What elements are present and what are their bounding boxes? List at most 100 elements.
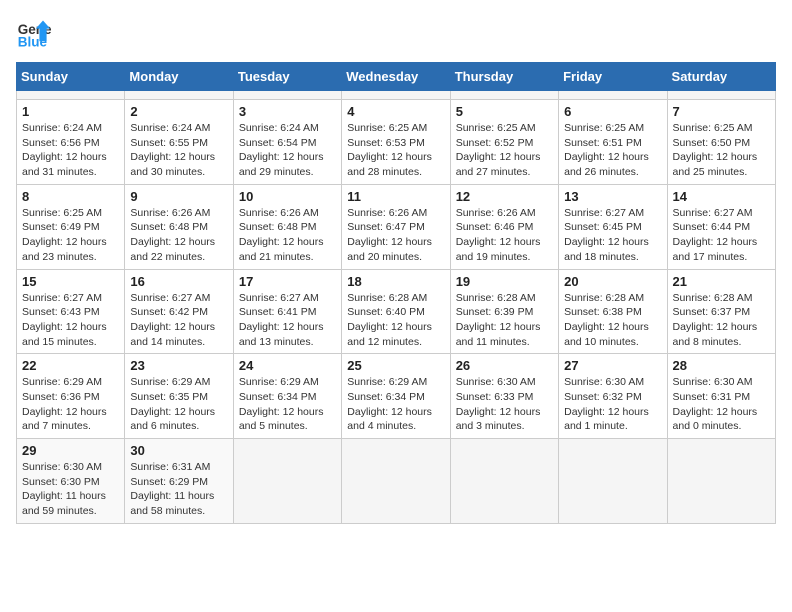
calendar-cell: 10Sunrise: 6:26 AM Sunset: 6:48 PM Dayli…	[233, 184, 341, 269]
day-info: Sunrise: 6:24 AM Sunset: 6:55 PM Dayligh…	[130, 121, 227, 180]
day-number: 1	[22, 104, 119, 119]
calendar-cell	[559, 439, 667, 524]
day-number: 17	[239, 274, 336, 289]
day-info: Sunrise: 6:27 AM Sunset: 6:45 PM Dayligh…	[564, 206, 661, 265]
calendar-cell: 19Sunrise: 6:28 AM Sunset: 6:39 PM Dayli…	[450, 269, 558, 354]
day-number: 7	[673, 104, 770, 119]
day-number: 5	[456, 104, 553, 119]
calendar-cell: 29Sunrise: 6:30 AM Sunset: 6:30 PM Dayli…	[17, 439, 125, 524]
day-info: Sunrise: 6:27 AM Sunset: 6:41 PM Dayligh…	[239, 291, 336, 350]
calendar-cell: 8 Sunrise: 6:25 AM Sunset: 6:49 PM Daylig…	[17, 184, 125, 269]
day-info: Sunrise: 6:30 AM Sunset: 6:33 PM Dayligh…	[456, 375, 553, 434]
day-of-week-header: Saturday	[667, 63, 775, 91]
day-number: 18	[347, 274, 444, 289]
day-info: Sunrise: 6:29 AM Sunset: 6:34 PM Dayligh…	[347, 375, 444, 434]
calendar-cell: 2 Sunrise: 6:24 AM Sunset: 6:55 PM Daylig…	[125, 100, 233, 185]
page-header: General Blue	[16, 16, 776, 52]
calendar-cell: 30 Sunrise: 6:31 AM Sunset: 6:29 PM Dayli…	[125, 439, 233, 524]
calendar-week-row: 29Sunrise: 6:30 AM Sunset: 6:30 PM Dayli…	[17, 439, 776, 524]
day-info: Sunrise: 6:25 AM Sunset: 6:49 PM Dayligh…	[22, 206, 119, 265]
calendar-table: SundayMondayTuesdayWednesdayThursdayFrid…	[16, 62, 776, 524]
calendar-cell	[342, 91, 450, 100]
day-number: 6	[564, 104, 661, 119]
calendar-cell	[667, 439, 775, 524]
calendar-cell: 16 Sunrise: 6:27 AM Sunset: 6:42 PM Dayli…	[125, 269, 233, 354]
day-of-week-header: Monday	[125, 63, 233, 91]
calendar-cell: 12 Sunrise: 6:26 AM Sunset: 6:46 PM Dayli…	[450, 184, 558, 269]
day-info: Sunrise: 6:31 AM Sunset: 6:29 PM Dayligh…	[130, 460, 227, 519]
day-info: Sunrise: 6:26 AM Sunset: 6:46 PM Dayligh…	[456, 206, 553, 265]
day-number: 25	[347, 358, 444, 373]
calendar-cell: 21 Sunrise: 6:28 AM Sunset: 6:37 PM Dayli…	[667, 269, 775, 354]
day-of-week-header: Thursday	[450, 63, 558, 91]
calendar-cell: 11 Sunrise: 6:26 AM Sunset: 6:47 PM Dayli…	[342, 184, 450, 269]
day-number: 16	[130, 274, 227, 289]
calendar-cell: 26 Sunrise: 6:30 AM Sunset: 6:33 PM Dayli…	[450, 354, 558, 439]
day-info: Sunrise: 6:30 AM Sunset: 6:32 PM Dayligh…	[564, 375, 661, 434]
day-number: 12	[456, 189, 553, 204]
day-number: 30	[130, 443, 227, 458]
calendar-cell	[233, 439, 341, 524]
calendar-cell: 6 Sunrise: 6:25 AM Sunset: 6:51 PM Daylig…	[559, 100, 667, 185]
logo: General Blue	[16, 16, 56, 52]
day-number: 15	[22, 274, 119, 289]
day-number: 2	[130, 104, 227, 119]
day-info: Sunrise: 6:24 AM Sunset: 6:54 PM Dayligh…	[239, 121, 336, 180]
calendar-cell: 5Sunrise: 6:25 AM Sunset: 6:52 PM Daylig…	[450, 100, 558, 185]
calendar-cell: 15 Sunrise: 6:27 AM Sunset: 6:43 PM Dayli…	[17, 269, 125, 354]
day-info: Sunrise: 6:29 AM Sunset: 6:34 PM Dayligh…	[239, 375, 336, 434]
day-info: Sunrise: 6:30 AM Sunset: 6:31 PM Dayligh…	[673, 375, 770, 434]
logo-icon: General Blue	[16, 16, 52, 52]
day-of-week-header: Tuesday	[233, 63, 341, 91]
calendar-week-row: 8 Sunrise: 6:25 AM Sunset: 6:49 PM Daylig…	[17, 184, 776, 269]
calendar-week-row: 22 Sunrise: 6:29 AM Sunset: 6:36 PM Dayli…	[17, 354, 776, 439]
day-number: 8	[22, 189, 119, 204]
day-info: Sunrise: 6:28 AM Sunset: 6:37 PM Dayligh…	[673, 291, 770, 350]
calendar-cell	[450, 439, 558, 524]
calendar-cell: 4 Sunrise: 6:25 AM Sunset: 6:53 PM Daylig…	[342, 100, 450, 185]
day-number: 11	[347, 189, 444, 204]
calendar-cell	[559, 91, 667, 100]
day-of-week-header: Sunday	[17, 63, 125, 91]
day-number: 26	[456, 358, 553, 373]
day-info: Sunrise: 6:26 AM Sunset: 6:48 PM Dayligh…	[239, 206, 336, 265]
day-info: Sunrise: 6:28 AM Sunset: 6:38 PM Dayligh…	[564, 291, 661, 350]
day-number: 4	[347, 104, 444, 119]
day-info: Sunrise: 6:28 AM Sunset: 6:39 PM Dayligh…	[456, 291, 553, 350]
day-info: Sunrise: 6:26 AM Sunset: 6:47 PM Dayligh…	[347, 206, 444, 265]
day-number: 9	[130, 189, 227, 204]
day-info: Sunrise: 6:25 AM Sunset: 6:51 PM Dayligh…	[564, 121, 661, 180]
calendar-cell: 27 Sunrise: 6:30 AM Sunset: 6:32 PM Dayli…	[559, 354, 667, 439]
day-number: 13	[564, 189, 661, 204]
day-number: 23	[130, 358, 227, 373]
calendar-cell: 7 Sunrise: 6:25 AM Sunset: 6:50 PM Daylig…	[667, 100, 775, 185]
calendar-week-row	[17, 91, 776, 100]
day-number: 21	[673, 274, 770, 289]
day-number: 27	[564, 358, 661, 373]
day-info: Sunrise: 6:27 AM Sunset: 6:43 PM Dayligh…	[22, 291, 119, 350]
calendar-cell	[17, 91, 125, 100]
day-info: Sunrise: 6:29 AM Sunset: 6:35 PM Dayligh…	[130, 375, 227, 434]
calendar-week-row: 15 Sunrise: 6:27 AM Sunset: 6:43 PM Dayli…	[17, 269, 776, 354]
calendar-cell: 22 Sunrise: 6:29 AM Sunset: 6:36 PM Dayli…	[17, 354, 125, 439]
day-info: Sunrise: 6:26 AM Sunset: 6:48 PM Dayligh…	[130, 206, 227, 265]
day-number: 22	[22, 358, 119, 373]
calendar-cell	[233, 91, 341, 100]
calendar-cell: 9 Sunrise: 6:26 AM Sunset: 6:48 PM Daylig…	[125, 184, 233, 269]
calendar-cell: 3Sunrise: 6:24 AM Sunset: 6:54 PM Daylig…	[233, 100, 341, 185]
day-info: Sunrise: 6:29 AM Sunset: 6:36 PM Dayligh…	[22, 375, 119, 434]
calendar-cell: 18Sunrise: 6:28 AM Sunset: 6:40 PM Dayli…	[342, 269, 450, 354]
calendar-cell	[125, 91, 233, 100]
calendar-cell: 20 Sunrise: 6:28 AM Sunset: 6:38 PM Dayli…	[559, 269, 667, 354]
day-info: Sunrise: 6:25 AM Sunset: 6:50 PM Dayligh…	[673, 121, 770, 180]
calendar-cell: 1 Sunrise: 6:24 AM Sunset: 6:56 PM Daylig…	[17, 100, 125, 185]
day-of-week-header: Wednesday	[342, 63, 450, 91]
day-info: Sunrise: 6:24 AM Sunset: 6:56 PM Dayligh…	[22, 121, 119, 180]
calendar-cell: 23 Sunrise: 6:29 AM Sunset: 6:35 PM Dayli…	[125, 354, 233, 439]
day-info: Sunrise: 6:27 AM Sunset: 6:42 PM Dayligh…	[130, 291, 227, 350]
day-number: 20	[564, 274, 661, 289]
calendar-cell: 24Sunrise: 6:29 AM Sunset: 6:34 PM Dayli…	[233, 354, 341, 439]
calendar-header-row: SundayMondayTuesdayWednesdayThursdayFrid…	[17, 63, 776, 91]
day-info: Sunrise: 6:25 AM Sunset: 6:53 PM Dayligh…	[347, 121, 444, 180]
day-of-week-header: Friday	[559, 63, 667, 91]
